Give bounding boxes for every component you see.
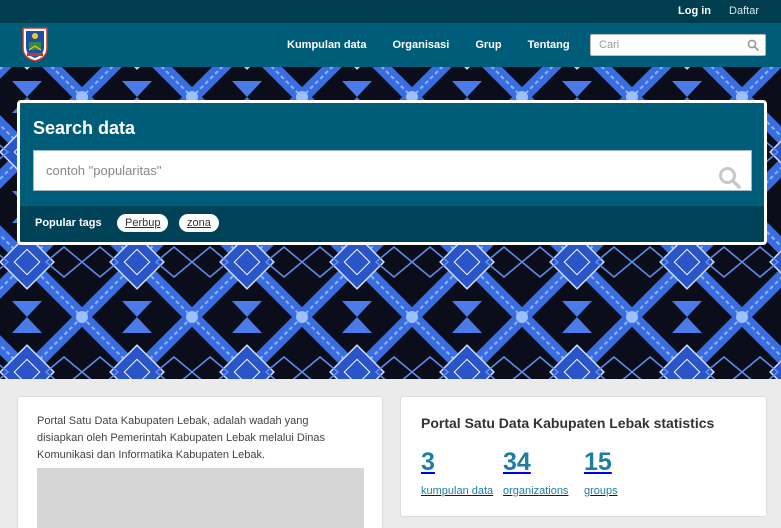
nav-about[interactable]: Tentang	[528, 39, 570, 51]
stat-label: kumpulan data	[421, 485, 494, 497]
stat-organizations[interactable]: 34 organizations	[503, 448, 568, 497]
dataset-search-field	[33, 150, 752, 191]
tag-perbup[interactable]: Perbup	[117, 214, 169, 232]
stat-label: organizations	[503, 485, 569, 497]
stats-box: Portal Satu Data Kabupaten Lebak statist…	[400, 396, 767, 517]
tag-zona[interactable]: zona	[179, 214, 219, 232]
search-icon[interactable]	[747, 39, 759, 51]
stat-value: 15	[584, 448, 612, 476]
nav-datasets[interactable]: Kumpulan data	[287, 39, 366, 51]
stat-label: groups	[584, 485, 618, 497]
login-link[interactable]: Log in	[678, 5, 711, 17]
intro-media-placeholder	[37, 468, 364, 528]
register-link[interactable]: Daftar	[729, 5, 759, 17]
stat-value: 3	[421, 448, 435, 476]
masthead: Kumpulan data Organisasi Grup Tentang	[0, 23, 781, 67]
search-title: Search data	[33, 118, 136, 138]
regency-crest-logo[interactable]	[21, 26, 49, 62]
site-search-input[interactable]	[591, 35, 741, 55]
popular-tags-bar: Popular tags Perbup zona	[20, 206, 764, 242]
main-nav: Kumpulan data Organisasi Grup Tentang	[287, 39, 596, 51]
site-search	[590, 34, 766, 56]
nav-groups[interactable]: Grup	[475, 39, 501, 51]
stat-groups[interactable]: 15 groups	[584, 448, 618, 497]
dataset-search-input[interactable]	[34, 151, 694, 190]
stat-value: 34	[503, 448, 531, 476]
stats-title: Portal Satu Data Kabupaten Lebak statist…	[421, 415, 715, 431]
popular-tags-label: Popular tags	[35, 217, 102, 229]
account-bar: Log in Daftar	[0, 0, 781, 23]
dataset-search-panel: Search data Popular tags Perbup zona	[17, 100, 767, 245]
account-links: Log in Daftar	[678, 5, 759, 17]
intro-text: Portal Satu Data Kabupaten Lebak, adalah…	[37, 415, 326, 461]
nav-organizations[interactable]: Organisasi	[392, 39, 449, 51]
stat-datasets[interactable]: 3 kumpulan data	[421, 448, 493, 497]
search-icon[interactable]	[718, 166, 741, 189]
intro-box: Portal Satu Data Kabupaten Lebak, adalah…	[17, 396, 383, 528]
